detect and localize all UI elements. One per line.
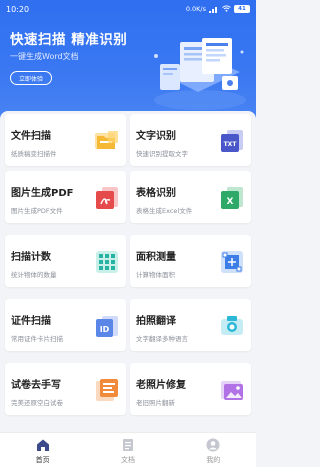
card-desc: 完美还原空白试卷 bbox=[11, 399, 63, 407]
tab-documents[interactable]: 文档 bbox=[85, 433, 170, 467]
card-desc: 纸质稿变扫描件 bbox=[11, 150, 57, 158]
pdf-document-icon bbox=[96, 187, 118, 209]
card-file-scan[interactable]: 文件扫描 纸质稿变扫描件 bbox=[5, 114, 126, 166]
card-desc: 图片生成PDF文件 bbox=[11, 207, 63, 215]
card-exam-remove-handwriting[interactable]: 试卷去手写 完美还原空白试卷 bbox=[5, 363, 126, 415]
svg-text:X: X bbox=[227, 197, 234, 207]
folder-scan-icon bbox=[95, 131, 118, 149]
exam-paper-icon bbox=[96, 379, 118, 401]
card-photo-translate[interactable]: 拍照翻译 文字翻译多种语言 bbox=[130, 299, 251, 351]
tab-label: 我的 bbox=[206, 456, 221, 464]
photo-restore-icon bbox=[221, 381, 243, 400]
card-title: 拍照翻译 bbox=[136, 316, 176, 327]
camera-translate-icon bbox=[221, 316, 243, 335]
scanner-illustration-icon bbox=[154, 38, 246, 110]
excel-document-icon: X bbox=[221, 187, 243, 209]
wifi-icon bbox=[222, 4, 231, 14]
tab-home[interactable]: 首页 bbox=[0, 433, 85, 467]
tab-label: 首页 bbox=[35, 456, 50, 464]
card-title: 表格识别 bbox=[136, 188, 176, 199]
status-time: 10:20 bbox=[6, 4, 30, 14]
area-measure-icon bbox=[221, 251, 243, 273]
card-title: 文件扫描 bbox=[11, 131, 51, 142]
card-title: 面积测量 bbox=[136, 252, 176, 263]
card-title: 图片生成PDF bbox=[11, 188, 74, 199]
card-text-recognition[interactable]: 文字识别 快速识别提取文字 TXT bbox=[130, 114, 251, 166]
hero-title: 快速扫描 精准识别 bbox=[10, 32, 128, 48]
card-title: 文字识别 bbox=[136, 131, 176, 142]
card-title: 试卷去手写 bbox=[11, 380, 61, 391]
card-id-scan[interactable]: 证件扫描 常用证件卡片扫描 ID bbox=[5, 299, 126, 351]
card-title: 证件扫描 bbox=[11, 316, 51, 327]
card-area-measure[interactable]: 面积测量 计算物体面积 bbox=[130, 235, 251, 287]
card-desc: 表格生成Excel文件 bbox=[136, 207, 193, 215]
hero-subtitle: 一键生成Word文档 bbox=[10, 52, 79, 61]
card-image-to-pdf[interactable]: 图片生成PDF 图片生成PDF文件 bbox=[5, 171, 126, 223]
id-card-icon: ID bbox=[96, 316, 118, 337]
status-bar: 10:20 0.0K/s 41 bbox=[0, 0, 256, 18]
bottom-tabbar: 首页 文档 我的 bbox=[0, 432, 256, 467]
card-scan-count[interactable]: 扫描计数 统计物体的数量 bbox=[5, 235, 126, 287]
svg-text:TXT: TXT bbox=[224, 141, 238, 148]
txt-document-icon: TXT bbox=[221, 130, 243, 152]
network-speed: 0.0K/s bbox=[185, 5, 206, 13]
card-table-recognition[interactable]: 表格识别 表格生成Excel文件 X bbox=[130, 171, 251, 223]
user-icon bbox=[206, 438, 220, 452]
card-desc: 统计物体的数量 bbox=[11, 271, 57, 279]
card-desc: 常用证件卡片扫描 bbox=[11, 335, 63, 343]
home-icon bbox=[36, 439, 49, 451]
svg-text:ID: ID bbox=[100, 325, 110, 334]
count-grid-icon bbox=[96, 251, 118, 273]
card-desc: 老旧照片翻新 bbox=[136, 399, 175, 407]
card-title: 扫描计数 bbox=[11, 252, 51, 263]
try-now-button[interactable]: 立即体验 bbox=[10, 71, 52, 85]
hero-banner: 10:20 0.0K/s 41 快速扫描 精准识别 一键生成Word文档 立即体… bbox=[0, 0, 256, 120]
card-old-photo-restore[interactable]: 老照片修复 老旧照片翻新 bbox=[130, 363, 251, 415]
battery-icon: 41 bbox=[234, 5, 250, 13]
tab-label: 文档 bbox=[120, 456, 135, 464]
signal-icon bbox=[209, 6, 219, 13]
tab-mine[interactable]: 我的 bbox=[171, 433, 256, 467]
feature-grid: 文件扫描 纸质稿变扫描件 文字识别 快速识别提取文字 TXT 图片生成PDF 图… bbox=[0, 111, 256, 431]
document-icon bbox=[122, 439, 133, 451]
card-desc: 文字翻译多种语言 bbox=[136, 335, 188, 343]
card-desc: 快速识别提取文字 bbox=[136, 150, 188, 158]
card-desc: 计算物体面积 bbox=[136, 271, 175, 279]
card-title: 老照片修复 bbox=[136, 380, 186, 391]
